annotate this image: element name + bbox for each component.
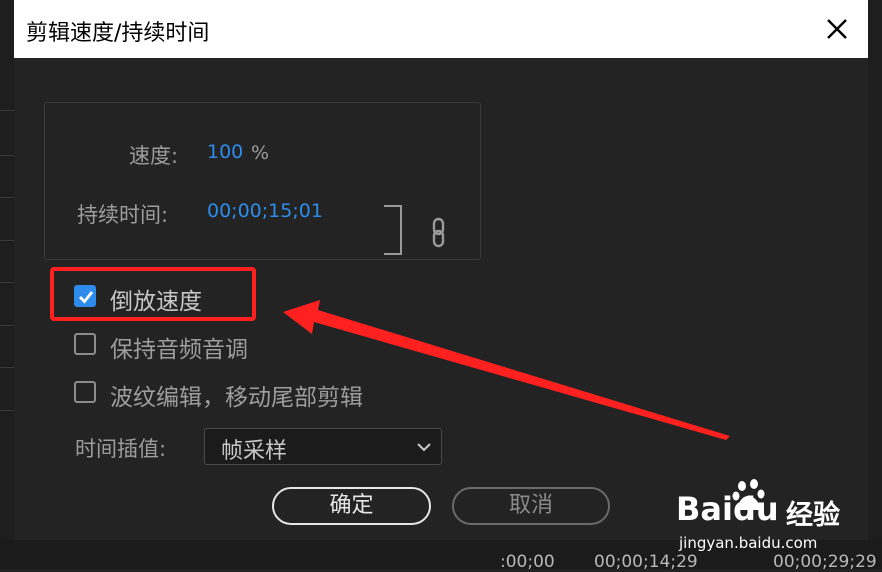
- maintain-pitch-checkbox[interactable]: 保持音频音调: [74, 330, 294, 363]
- duration-label: 持续时间:: [77, 203, 169, 227]
- ripple-edit-checkbox[interactable]: 波纹编辑，移动尾部剪辑: [74, 378, 414, 411]
- ok-button[interactable]: 确定: [272, 487, 431, 525]
- time-interpolation-value: 帧采样: [221, 439, 288, 464]
- dialog-titlebar: 剪辑速度/持续时间: [14, 0, 868, 58]
- dialog-title: 剪辑速度/持续时间: [26, 21, 210, 46]
- watermark-site: jingyan.baidu.com: [679, 534, 818, 552]
- cancel-button[interactable]: 取消: [452, 487, 610, 525]
- watermark-brand: Baidu: [676, 490, 779, 528]
- time-interpolation-label: 时间插值:: [75, 437, 167, 461]
- speed-duration-panel: [44, 102, 481, 260]
- time-interpolation-select[interactable]: 帧采样: [204, 428, 442, 465]
- duration-value[interactable]: 00;00;15;01: [207, 200, 323, 222]
- speed-label: 速度:: [129, 144, 179, 168]
- timecode-start: :00;00: [500, 552, 555, 572]
- link-icon[interactable]: [430, 217, 448, 249]
- checkbox-box[interactable]: [74, 381, 96, 403]
- baidu-jingyan-watermark: Baidu 经验 jingyan.baidu.com: [676, 476, 840, 560]
- maintain-pitch-label: 保持音频音调: [110, 337, 248, 363]
- close-icon[interactable]: [820, 12, 852, 44]
- checkbox-box[interactable]: [74, 333, 96, 355]
- ripple-edit-label: 波纹编辑，移动尾部剪辑: [110, 385, 363, 411]
- speed-unit: %: [251, 142, 270, 164]
- watermark-brand-cn: 经验: [786, 500, 840, 531]
- link-bracket: [384, 205, 402, 255]
- annotation-highlight-box: [50, 267, 256, 321]
- speed-value[interactable]: 100: [207, 141, 243, 163]
- chevron-down-icon: [417, 443, 431, 452]
